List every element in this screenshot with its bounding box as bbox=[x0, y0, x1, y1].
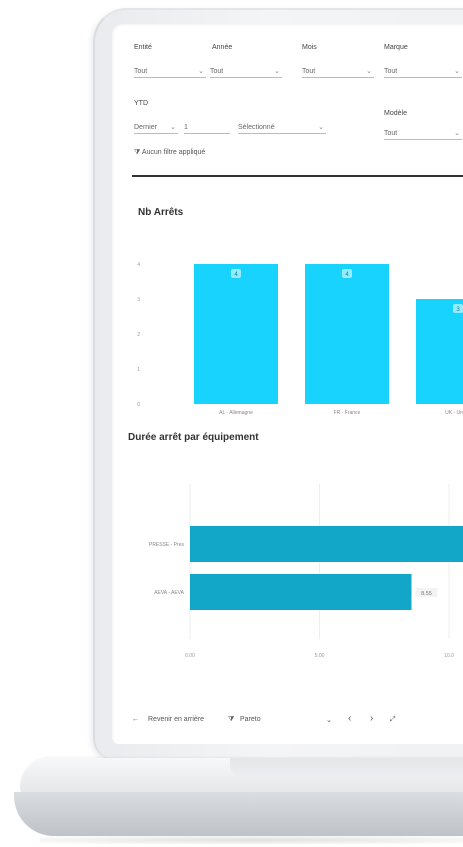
filter-value-mois: Tout bbox=[302, 68, 316, 75]
ytd-count-value: 1 bbox=[184, 124, 188, 131]
x-tick-label: 10.0 bbox=[444, 653, 454, 659]
filter-value-entite: Tout bbox=[134, 68, 148, 75]
duree-arret-chart: 0.00 5.00 10.0 PRESSE - Pres AEVA - AEVA 8.55 bbox=[149, 484, 463, 659]
arrow-left-icon[interactable]: ← bbox=[132, 716, 139, 723]
bar bbox=[194, 264, 278, 404]
y-tick-label: 2 bbox=[137, 332, 140, 338]
chevron-right-icon[interactable]: › bbox=[370, 713, 373, 724]
no-filter-status[interactable]: ⧩ Aucun filtre appliqué bbox=[134, 149, 205, 157]
bar bbox=[305, 264, 389, 404]
chart-title-nb-arrets: Nb Arrêts bbox=[138, 207, 184, 218]
laptop-scene: Entité Tout ⌄ Année Tout ⌄ Mois Tout ⌄ M… bbox=[0, 0, 463, 847]
y-tick-label: 0 bbox=[137, 402, 140, 408]
laptop-shadow bbox=[40, 836, 463, 844]
filter-value-marque: Tout bbox=[384, 68, 398, 75]
no-filter-label: Aucun filtre appliqué bbox=[141, 149, 206, 156]
chevron-down-icon: ⌄ bbox=[170, 124, 176, 131]
filter-icon: ⧩ bbox=[134, 149, 141, 156]
ytd-count-input[interactable]: 1 bbox=[184, 122, 230, 134]
bar bbox=[190, 526, 463, 562]
chart-title-duree: Durée arrêt par équipement bbox=[128, 432, 259, 443]
filter-select-modele[interactable]: Tout ⌄ bbox=[384, 128, 462, 140]
category-label: PRESSE - Pres bbox=[149, 542, 185, 548]
chevron-down-icon[interactable]: ⌄ bbox=[326, 716, 332, 724]
filter-label-ytd: YTD bbox=[134, 100, 148, 107]
filter-label-annee: Année bbox=[212, 44, 233, 51]
filter-icon: ⧩ bbox=[228, 716, 235, 723]
expand-icon[interactable]: ⤢ bbox=[390, 716, 396, 724]
filter-label-marque: Marque bbox=[384, 44, 408, 51]
filter-value-annee: Tout bbox=[210, 68, 224, 75]
category-label: AL - Allemagne bbox=[219, 410, 253, 416]
bar bbox=[416, 299, 463, 404]
laptop-base-bottom bbox=[14, 792, 463, 836]
ytd-unit-value: Sélectionné bbox=[238, 124, 275, 131]
chevron-down-icon: ⌄ bbox=[198, 68, 204, 75]
filter-select-mois[interactable]: Tout ⌄ bbox=[302, 66, 374, 78]
nb-arrets-chart: 012344AL - Allemagne4FR - France3UK - Un… bbox=[137, 262, 463, 416]
category-label: AEVA - AEVA bbox=[154, 590, 184, 596]
y-tick-label: 1 bbox=[137, 367, 140, 373]
x-tick-label: 0.00 bbox=[185, 653, 195, 659]
filter-label-entite: Entité bbox=[134, 44, 152, 51]
section-divider bbox=[132, 175, 463, 177]
filter-value-modele: Tout bbox=[384, 130, 398, 137]
chevron-down-icon: ⌄ bbox=[274, 68, 280, 75]
filter-select-annee[interactable]: Tout ⌄ bbox=[210, 66, 282, 78]
ytd-mode-value: Dernier bbox=[134, 124, 157, 131]
back-button-label[interactable]: Revenir en arrière bbox=[148, 716, 204, 723]
ytd-unit-select[interactable]: Sélectionné ⌄ bbox=[238, 122, 326, 134]
category-label: FR - France bbox=[334, 410, 361, 416]
data-label: 8.55 bbox=[421, 591, 432, 597]
category-label: UK - United bbox=[445, 410, 463, 416]
filter-label-mois: Mois bbox=[302, 44, 317, 51]
filter-label-modele: Modèle bbox=[384, 110, 407, 117]
chevron-down-icon: ⌄ bbox=[318, 124, 324, 131]
chevron-down-icon: ⌄ bbox=[454, 130, 460, 137]
chevron-down-icon: ⌄ bbox=[366, 68, 372, 75]
ytd-mode-select[interactable]: Dernier ⌄ bbox=[134, 122, 178, 134]
chevron-down-icon: ⌄ bbox=[454, 68, 460, 75]
y-tick-label: 3 bbox=[137, 297, 140, 303]
page-label[interactable]: Pareto bbox=[240, 716, 261, 723]
laptop-hinge-notch bbox=[230, 758, 463, 778]
chevron-left-icon[interactable]: ‹ bbox=[348, 713, 351, 724]
bar bbox=[190, 574, 412, 610]
filter-select-entite[interactable]: Tout ⌄ bbox=[134, 66, 206, 78]
y-tick-label: 4 bbox=[137, 262, 140, 268]
report-screen: Entité Tout ⌄ Année Tout ⌄ Mois Tout ⌄ M… bbox=[112, 24, 463, 744]
filter-select-marque[interactable]: Tout ⌄ bbox=[384, 66, 462, 78]
report-nav-bar: ← Revenir en arrière ⧩ Pareto ⌄ ‹ › ⤢ bbox=[124, 710, 463, 732]
x-tick-label: 5.00 bbox=[315, 653, 325, 659]
